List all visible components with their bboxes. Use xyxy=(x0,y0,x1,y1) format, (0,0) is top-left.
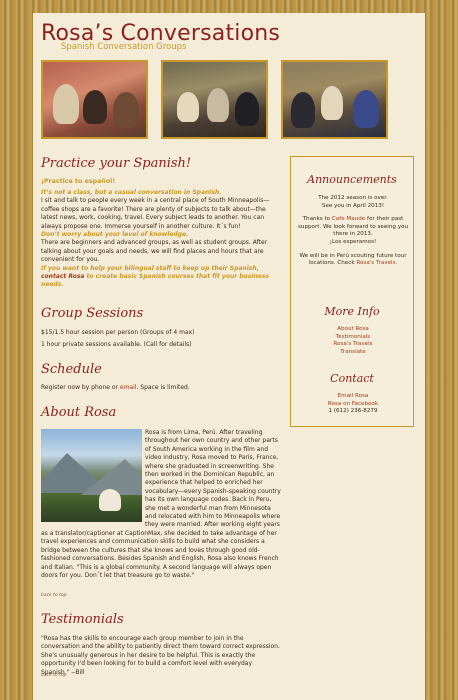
ann-line5: ¡Los esperamos! xyxy=(329,238,377,245)
more-info-travels-link[interactable]: Rosa's Travels xyxy=(295,341,411,349)
site-subtitle: Spanish Conversation Groups xyxy=(61,42,187,52)
schedule-heading: Schedule xyxy=(41,362,102,377)
contact-links: Email Rosa Rosa on Facebook 1 (612) 236-… xyxy=(295,393,411,416)
page-container: Rosa’s Conversations Spanish Conversatio… xyxy=(33,13,425,700)
facebook-link[interactable]: Rosa on Facebook xyxy=(295,401,411,409)
more-info-about-link[interactable]: About Rosa xyxy=(295,326,411,334)
practice-tagline: ¡Practica tu español! xyxy=(41,178,116,185)
practice-heading: Practice your Spanish! xyxy=(41,156,192,171)
about-back-to-top[interactable]: back to top xyxy=(41,593,66,598)
ann-line7: . xyxy=(395,260,398,267)
photo-group-3 xyxy=(281,60,388,139)
about-body: Rosa is from Lima, Perú. After traveling… xyxy=(41,429,281,584)
schedule-post: . Space is limited. xyxy=(136,384,190,391)
practice-body1: I sit and talk to people every week in a… xyxy=(41,197,270,230)
testimonial-quote: "Rosa has the skills to encourage each g… xyxy=(41,635,280,676)
about-heading: About Rosa xyxy=(41,405,117,420)
more-info-translate-link[interactable]: Translate xyxy=(295,349,411,357)
ann-line1: The 2012 season is over. xyxy=(318,195,388,201)
practice-body: It’s not a class, but a casual conversat… xyxy=(41,189,281,290)
more-info-testimonials-link[interactable]: Testimonials xyxy=(295,334,411,342)
ann-line3-wrap: Thanks to Cafe Maude for their past supp… xyxy=(298,216,408,237)
schedule-text: Register now by phone or email. Space is… xyxy=(41,384,281,392)
phone-number: 1 (612) 236-8279 xyxy=(328,408,378,415)
contact-heading: Contact xyxy=(330,372,374,385)
email-rosa-link[interactable]: Email Rosa xyxy=(295,393,411,401)
bilingual-a: If you want to help your bilingual staff… xyxy=(41,264,259,272)
contact-rosa-link[interactable]: contact Rosa xyxy=(41,273,84,280)
announcements-heading: Announcements xyxy=(307,173,397,186)
announcements-text: The 2012 season is over. See you in Apri… xyxy=(295,195,411,268)
photo-group-1 xyxy=(41,60,148,139)
testimonials-back-to-top[interactable]: back to top xyxy=(41,673,66,678)
schedule-email-link[interactable]: email xyxy=(120,384,137,391)
photo-group-2 xyxy=(161,60,268,139)
practice-lead: It’s not a class, but a casual conversat… xyxy=(41,189,222,196)
group-heading: Group Sessions xyxy=(41,306,144,321)
practice-worry: Don’t worry about your level of knowledg… xyxy=(41,231,189,239)
group-line2: 1 hour private sessions available. (Call… xyxy=(41,341,192,348)
testimonials-heading: Testimonials xyxy=(41,612,124,627)
sidebar-box: Announcements The 2012 season is over. S… xyxy=(290,156,414,427)
ann-line2: See you in April 2013! xyxy=(321,202,385,209)
practice-body2: There are beginners and advanced groups,… xyxy=(41,239,268,264)
rosas-travels-link[interactable]: Rosa's Travels xyxy=(356,260,395,266)
ann-line6-wrap: We will be in Perú scouting future tour … xyxy=(299,253,406,267)
group-line1: $15/1.5 hour session per person (Groups … xyxy=(41,329,195,336)
more-info-links: About Rosa Testimonials Rosa's Travels T… xyxy=(295,326,411,356)
cafe-maude-link[interactable]: Cafe Maude xyxy=(332,216,365,222)
more-info-heading: More Info xyxy=(324,305,380,318)
ann-line3: Thanks to xyxy=(302,216,331,223)
schedule-pre: Register now by phone or xyxy=(41,384,120,391)
